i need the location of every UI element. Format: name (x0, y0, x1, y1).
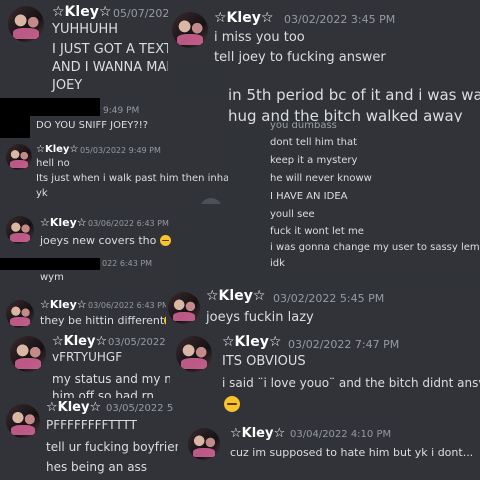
message-tile: 9:49 PM DO YOU SNIFF JOEY?!? ☆Kley☆ 05/0… (0, 98, 228, 204)
message-text: tell ur fucking boyfrienc (46, 440, 178, 454)
username[interactable]: ☆Kley☆ (214, 10, 273, 26)
timestamp: 03/05/2022 5 (106, 403, 174, 414)
message-tile: ☆Kley☆ 03/02/2022 7:47 PM ITS OBVIOUS i … (170, 332, 480, 424)
username[interactable]: ☆Kley☆ (206, 288, 265, 304)
message-tile: 022 6:43 PM wym (0, 256, 184, 292)
message-text: my status and my na (52, 372, 170, 386)
crying-emoji-icon (224, 396, 240, 412)
avatar[interactable] (6, 144, 32, 170)
avatar[interactable] (6, 404, 40, 438)
avatar[interactable] (6, 216, 34, 244)
message-text: they be hittin different (40, 314, 166, 327)
message-text: joeys new covers tho (40, 234, 171, 247)
timestamp: 05/03/2022 9:49 PM (80, 146, 161, 155)
message-text: Its just when i walk past him then inhal… (36, 173, 228, 184)
message-text: tell joey to fucking answer (214, 50, 386, 65)
message-text: I JUST GOT A TEXT! (52, 42, 175, 57)
username[interactable]: ☆Kley☆ (230, 426, 285, 441)
avatar[interactable] (172, 12, 208, 48)
username[interactable]: ☆Kley☆ (46, 400, 101, 415)
avatar[interactable] (6, 300, 34, 328)
message-text: I HAVE AN IDEA (270, 191, 348, 202)
message-tile: ☆Kley☆ 03/04/2022 4:10 PM cuz im suppose… (178, 424, 480, 480)
message-tile: ☆Kley☆ 03/05/2022 5 PFFFFFFFFTTTT tell u… (0, 398, 178, 480)
message-tile: ☆Kley☆ 03/02/2022 5:45 PM joeys fuckin l… (166, 282, 480, 332)
timestamp: 03/02/2022 3:45 PM (284, 13, 396, 26)
message-text: he will never knoww (270, 173, 372, 184)
message-text: idk (270, 258, 285, 269)
message-tile: ☆Kley☆ 03/02/2022 3:45 PM i miss you too… (168, 0, 480, 72)
message-tile: you dumbass dont tell him that keep it a… (264, 122, 480, 272)
message-text: in 5th period bc of it and i was wantin (228, 86, 480, 104)
timestamp: 05/07/2022 (113, 7, 175, 20)
message-text: JOEY (52, 78, 83, 93)
username[interactable]: ☆Kley☆ (40, 298, 87, 311)
username[interactable]: ☆Kley☆ (40, 216, 87, 229)
message-text: hes being an ass (46, 460, 148, 474)
username[interactable]: ☆Kley☆ (222, 334, 281, 350)
message-text: i was gonna change my user to sassy lemo… (270, 242, 480, 253)
message-text: wym (40, 272, 64, 283)
username[interactable]: ☆Kley☆ (52, 4, 111, 20)
message-text: yk (36, 188, 48, 199)
message-text: him off so bad rn (52, 389, 155, 398)
message-text: ITS OBVIOUS (222, 354, 306, 369)
message-tile: ☆Kley☆ 03/06/2022 6:43 PM they be hittin… (0, 294, 166, 334)
timestamp: 022 6:43 PM (102, 259, 153, 268)
message-text: joeys fuckin lazy (206, 310, 314, 325)
message-text: i said ¨i love youo¨ and the bitch didnt… (222, 376, 480, 390)
message-text: AND I WANNA MAK (52, 60, 175, 75)
avatar[interactable] (168, 292, 200, 324)
message-text: vFRTYUHGF (52, 350, 123, 364)
message-text: hell no (36, 158, 70, 169)
message-text: PFFFFFFFFTTTT (46, 418, 137, 432)
message-tile: ☆Kley☆ 03/06/2022 6:43 PM joeys new cove… (0, 206, 184, 256)
message-text: YUHHUHH (52, 22, 119, 37)
message-text: youll see (270, 209, 315, 220)
message-text: cuz im supposed to hate him but yk i don… (230, 446, 474, 459)
avatar[interactable] (188, 428, 220, 460)
message-text: you dumbass (270, 122, 337, 131)
avatar[interactable] (10, 336, 46, 372)
redaction-block (0, 98, 30, 138)
message-tile: ☆Kley☆ 05/07/2022 YUHHUHH I JUST GOT A T… (0, 0, 175, 98)
timestamp: 03/06/2022 6:43 PM (88, 219, 169, 228)
timestamp: 9:49 PM (103, 106, 140, 116)
timestamp: 03/02/2022 5:45 PM (273, 292, 385, 305)
message-text: keep it a mystery (270, 155, 358, 166)
message-text: DO YOU SNIFF JOEY?!? (36, 120, 149, 131)
avatar[interactable] (176, 336, 212, 372)
avatar[interactable] (8, 6, 44, 42)
message-tile: ☆Kley☆ 03/05/2022 vFRTYUHGF my status an… (0, 334, 170, 398)
timestamp: 03/04/2022 4:10 PM (290, 429, 392, 440)
username[interactable]: ☆Kley☆ (52, 334, 107, 349)
timestamp: 03/02/2022 7:47 PM (288, 338, 400, 351)
timestamp: 03/05/2022 (108, 337, 166, 348)
grimace-emoji-icon (159, 234, 171, 246)
message-text: i miss you too (214, 30, 305, 45)
username[interactable]: ☆Kley☆ (36, 144, 78, 155)
scroll-down-button[interactable] (200, 198, 222, 204)
message-text: dont tell him that (270, 137, 358, 148)
message-text: fuck it wont let me (270, 226, 364, 237)
timestamp: 03/06/2022 6:43 PM (88, 301, 166, 310)
redaction-block (0, 258, 100, 270)
